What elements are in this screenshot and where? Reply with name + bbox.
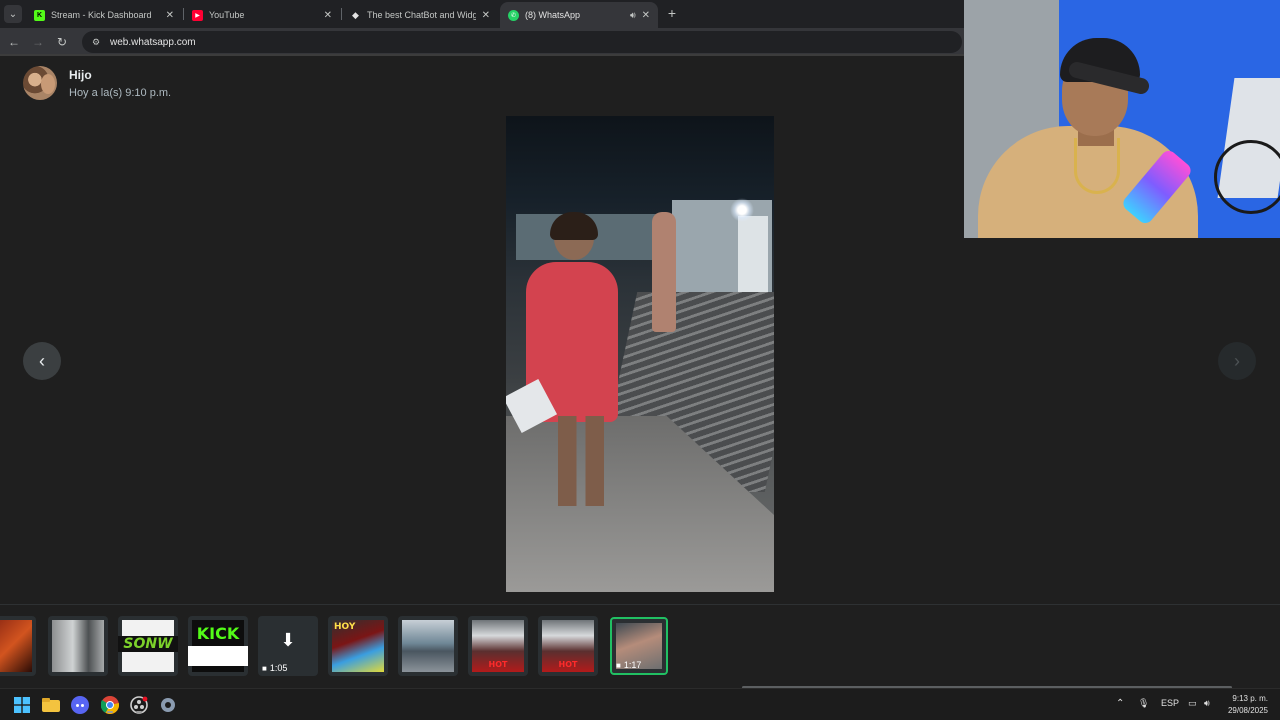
tab-youtube[interactable]: ▶ YouTube ✕	[184, 2, 340, 28]
video-camera-icon: ■	[616, 660, 621, 670]
tab-kick-dashboard[interactable]: K Stream - Kick Dashboard ✕	[26, 2, 182, 28]
close-tab-icon[interactable]: ✕	[482, 10, 490, 21]
webcam-gold-chain	[1074, 138, 1120, 194]
thumbnail-label: HOT	[488, 660, 508, 669]
previous-media-button[interactable]: ‹	[23, 342, 61, 380]
discord-icon[interactable]	[70, 695, 90, 715]
address-bar[interactable]: ⚙ web.whatsapp.com	[82, 31, 962, 53]
media-street-light	[730, 198, 754, 222]
media-thumbnail[interactable]: HOT	[468, 616, 528, 676]
windows-taskbar: ⌃ 🎙︎ ESP ▭ 🔊︎ 9:13 p. m. 29/08/2025	[0, 688, 1280, 720]
video-duration: 1:17	[623, 660, 642, 670]
contact-avatar[interactable]	[23, 66, 57, 100]
thumbnail-label: SONW	[118, 636, 178, 652]
media-person-legs	[558, 416, 604, 506]
reload-icon[interactable]: ↻	[54, 34, 70, 50]
media-thumbnail[interactable]: KICK	[188, 616, 248, 676]
kick-icon: K	[34, 9, 45, 21]
close-tab-icon[interactable]: ✕	[166, 10, 174, 21]
media-thumbnail[interactable]: SONW	[118, 616, 178, 676]
botrix-icon: ◆	[352, 9, 359, 20]
next-media-button[interactable]: ›	[1218, 342, 1256, 380]
media-thumbnail[interactable]	[0, 616, 36, 676]
video-duration: 1:05	[269, 663, 288, 673]
media-thumbnail-strip: SONW KICK ⬇ ■ 1:05 HOY HOT HOT ■ 1:17	[0, 604, 1280, 689]
media-thumbnail[interactable]	[48, 616, 108, 676]
chrome-icon[interactable]	[100, 695, 120, 715]
address-bar-url: web.whatsapp.com	[110, 36, 196, 48]
tab-chatbot-widgets[interactable]: ◆ The best ChatBot and Widgets ✕	[342, 2, 498, 28]
media-thumbnail-video-selected[interactable]: ■ 1:17	[610, 617, 668, 675]
forward-arrow-icon[interactable]: →	[30, 34, 46, 50]
thumbnail-label: KICK	[196, 624, 240, 643]
speaker-icon[interactable]: 🔊︎	[630, 10, 636, 21]
download-icon[interactable]: ⬇	[258, 630, 318, 651]
video-camera-icon: ■	[262, 663, 267, 673]
system-clock[interactable]: 9:13 p. m. 29/08/2025	[1228, 693, 1268, 717]
windows-start-icon[interactable]	[12, 695, 32, 715]
whatsapp-icon: ✆	[508, 9, 519, 21]
contact-name[interactable]: Hijo	[69, 68, 92, 82]
microphone-icon[interactable]: 🎙︎	[1138, 698, 1149, 709]
tray-overflow-chevron-icon[interactable]: ⌃	[1116, 698, 1124, 709]
settings-gear-icon[interactable]	[158, 695, 178, 715]
input-language[interactable]: ESP	[1161, 698, 1179, 708]
file-explorer-icon[interactable]	[41, 695, 61, 715]
obs-icon[interactable]	[129, 695, 149, 715]
chevron-left-icon: ‹	[39, 350, 45, 371]
back-arrow-icon[interactable]: ←	[6, 34, 22, 50]
message-timestamp: Hoy a la(s) 9:10 p.m.	[69, 87, 172, 99]
webcam-bicycle-wheel	[1214, 140, 1280, 214]
media-door	[738, 216, 768, 300]
tab-whatsapp[interactable]: ✆ (8) WhatsApp 🔊︎ ✕	[500, 2, 658, 28]
thumbnail-label: HOY	[334, 622, 356, 632]
thumbnail-label: HOT	[558, 660, 578, 669]
volume-icon[interactable]: 🔊︎	[1204, 698, 1210, 709]
clock-date: 29/08/2025	[1227, 706, 1268, 715]
media-thumbnail[interactable]: HOT	[538, 616, 598, 676]
media-background-person	[652, 212, 676, 332]
site-info-icon[interactable]: ⚙	[90, 36, 102, 48]
youtube-icon: ▶	[192, 9, 203, 21]
media-video[interactable]	[506, 116, 774, 592]
clock-time: 9:13 p. m.	[1232, 694, 1268, 703]
network-icon[interactable]: ▭	[1188, 698, 1197, 709]
close-tab-icon[interactable]: ✕	[324, 10, 332, 21]
new-tab-button[interactable]: +	[664, 5, 680, 21]
webcam-overlay	[964, 0, 1280, 238]
close-tab-icon[interactable]: ✕	[642, 10, 650, 21]
media-thumbnail-video[interactable]: ⬇ ■ 1:05	[258, 616, 318, 676]
chevron-right-icon: ›	[1234, 350, 1240, 371]
media-thumbnail[interactable]: HOY	[328, 616, 388, 676]
media-thumbnail[interactable]	[398, 616, 458, 676]
tab-search-chevron-icon[interactable]: ⌄	[4, 5, 22, 23]
